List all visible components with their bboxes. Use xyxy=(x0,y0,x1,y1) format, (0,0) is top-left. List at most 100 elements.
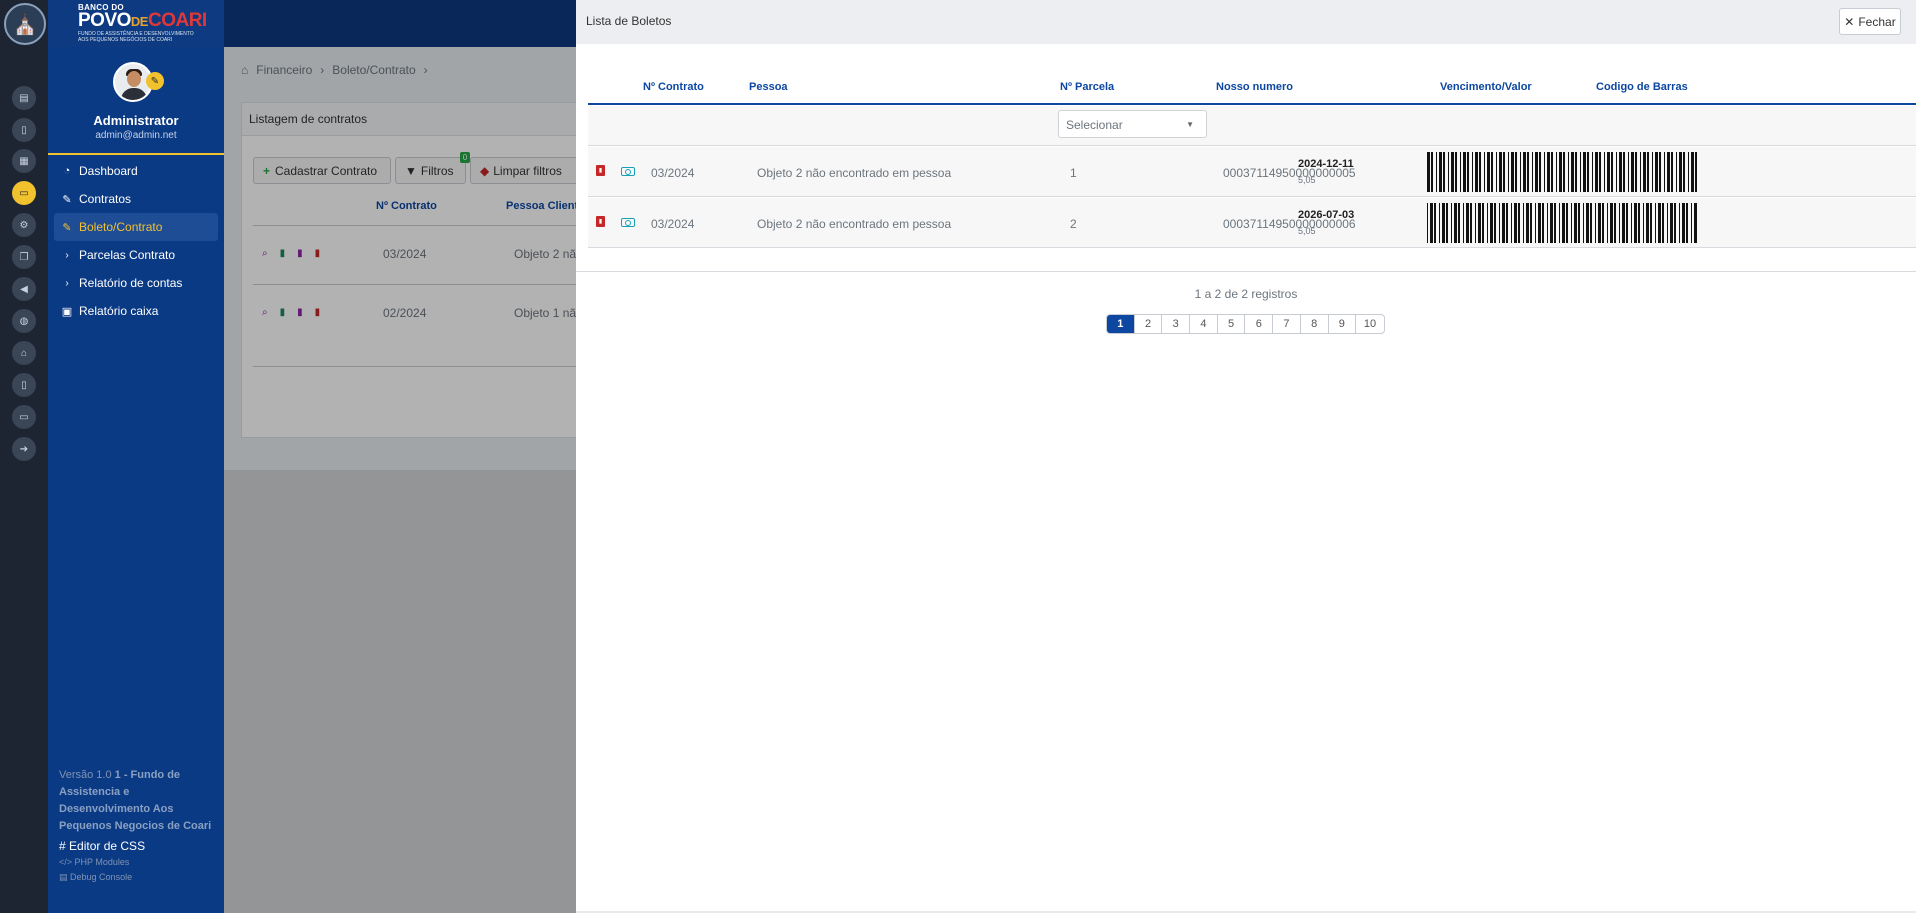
cell-pessoa: Objeto 2 não encontrado em pessoa xyxy=(757,217,952,231)
chevron-right-icon: › xyxy=(65,277,69,289)
pdf-icon[interactable]: ▮ xyxy=(596,216,605,227)
briefcase-icon: ▣ xyxy=(61,305,73,318)
boleto-row: ▮ 03/2024 Objeto 2 não encontrado em pes… xyxy=(588,198,1916,248)
cell-pessoa: Objeto 2 não encontrado em pessoa xyxy=(757,166,952,180)
code-icon: </> xyxy=(59,857,73,867)
copy-icon[interactable]: ❐ xyxy=(12,245,36,269)
boletos-table-header: Nº Contrato Pessoa Nº Parcela Nosso nume… xyxy=(588,70,1916,105)
clipboard-icon[interactable]: ▯ xyxy=(12,118,36,142)
logout-icon[interactable]: ➔ xyxy=(12,437,36,461)
debug-console-label: Debug Console xyxy=(70,872,133,882)
column-header-barcode[interactable]: Codigo de Barras xyxy=(1596,81,1688,93)
profile-name: Administrator xyxy=(93,113,179,128)
sidebar-item-label: Contratos xyxy=(79,192,132,206)
brand-povo: POVO xyxy=(78,10,131,31)
column-header-pessoa[interactable]: Pessoa xyxy=(749,81,788,93)
edit-pencil-icon[interactable]: ✎ xyxy=(146,72,164,90)
column-header-vencimento[interactable]: Vencimento/Valor xyxy=(1440,81,1532,93)
close-label: Fechar xyxy=(1858,14,1896,29)
user-profile: ✎ Administrator admin@admin.net xyxy=(48,47,224,155)
sidebar-nav: ◔ Dashboard ✎ Contratos ✎ Boleto/Contrat… xyxy=(54,157,218,325)
modal-backdrop-lower xyxy=(224,470,576,913)
money-bill-icon[interactable] xyxy=(621,218,635,227)
page-3-button[interactable]: 3 xyxy=(1162,315,1191,333)
file-icon[interactable]: ▯ xyxy=(12,373,36,397)
cell-contrato: 03/2024 xyxy=(651,217,695,231)
brand-de: DE xyxy=(130,14,149,29)
sidebar-item-contratos[interactable]: ✎ Contratos xyxy=(54,185,218,213)
sidebar-item-label: Relatório de contas xyxy=(79,276,183,290)
sidebar-item-label: Parcelas Contrato xyxy=(79,248,176,262)
money-icon[interactable]: ▭ xyxy=(12,181,36,205)
filter-row: Selecionar ▼ xyxy=(588,106,1916,146)
icon-rail: ⛪ ▤ ▯ ▦ ▭ ⚙ ❐ ◀ ◍ ⌂ ▯ ▭ ➔ xyxy=(0,0,48,913)
debug-console-link[interactable]: ▤ Debug Console xyxy=(59,870,219,885)
gears-icon[interactable]: ⚙ xyxy=(12,213,36,237)
sidebar-item-label: Dashboard xyxy=(79,164,138,178)
chevron-right-icon: › xyxy=(65,249,69,261)
sidebar-footer: Versão 1.0 1 - Fundo de Assistencia e De… xyxy=(59,767,219,885)
page-8-button[interactable]: 8 xyxy=(1301,315,1329,333)
cell-parcela: 2 xyxy=(1070,217,1077,231)
money-bill-icon[interactable] xyxy=(621,167,635,176)
brand-header: BANCO DO POVODECOARI FUNDO DE ASSISTÊNCI… xyxy=(48,0,267,47)
css-editor-label: Editor de CSS xyxy=(69,839,146,853)
sidebar-item-parcelas-contrato[interactable]: › Parcelas Contrato xyxy=(54,241,218,269)
brand-logo[interactable]: BANCO DO POVODECOARI FUNDO DE ASSISTÊNCI… xyxy=(78,3,210,43)
close-button[interactable]: ✕ Fechar xyxy=(1839,8,1901,35)
panel-title: Lista de Boletos xyxy=(586,14,672,28)
sidebar-item-label: Relatório caixa xyxy=(79,304,159,318)
page-4-button[interactable]: 4 xyxy=(1190,315,1218,333)
barcode-image xyxy=(1427,203,1697,243)
megaphone-icon[interactable]: ◀ xyxy=(12,277,36,301)
sidebar-item-relatorio-caixa[interactable]: ▣ Relatório caixa xyxy=(54,297,218,325)
globe-icon[interactable]: ◍ xyxy=(12,309,36,333)
home-icon[interactable]: ⌂ xyxy=(12,341,36,365)
css-editor-link[interactable]: # Editor de CSS xyxy=(59,838,219,855)
page-9-button[interactable]: 9 xyxy=(1329,315,1357,333)
dashboard-icon: ◔ xyxy=(63,165,71,177)
version-text: Versão 1.0 xyxy=(59,769,112,781)
column-header-parcela[interactable]: Nº Parcela xyxy=(1060,81,1114,93)
cell-valor: 5,05 xyxy=(1298,175,1316,185)
column-header-nosso-numero[interactable]: Nosso numero xyxy=(1216,81,1293,93)
close-icon: ✕ xyxy=(1844,14,1855,29)
hash-icon: # xyxy=(59,839,66,853)
monitor-icon[interactable]: ▭ xyxy=(12,405,36,429)
boleto-row: ▮ 03/2024 Objeto 2 não encontrado em pes… xyxy=(588,147,1916,197)
brand-sub-2: AOS PEQUENOS NEGÓCIOS DE COARI xyxy=(78,37,173,43)
cell-parcela: 1 xyxy=(1070,166,1077,180)
sidebar-item-relatorio-contas[interactable]: › Relatório de contas xyxy=(54,269,218,297)
brand-coari: COARI xyxy=(147,10,207,31)
edit-icon: ✎ xyxy=(62,221,72,234)
page-1-button[interactable]: 1 xyxy=(1107,315,1135,333)
php-modules-label: PHP Modules xyxy=(74,857,130,867)
version-info: Versão 1.0 1 - Fundo de Assistencia e De… xyxy=(59,767,219,835)
select-placeholder: Selecionar xyxy=(1066,118,1123,132)
pdf-icon[interactable]: ▮ xyxy=(596,165,605,176)
sidebar-item-boleto-contrato[interactable]: ✎ Boleto/Contrato xyxy=(54,213,218,241)
city-logo-icon[interactable]: ⛪ xyxy=(4,3,46,45)
page-2-button[interactable]: 2 xyxy=(1135,315,1163,333)
page-7-button[interactable]: 7 xyxy=(1273,315,1301,333)
parcela-select[interactable]: Selecionar ▼ xyxy=(1058,110,1207,138)
id-card-icon[interactable]: ▤ xyxy=(12,86,36,110)
sidebar-item-label: Boleto/Contrato xyxy=(79,220,163,234)
calendar-icon[interactable]: ▦ xyxy=(12,149,36,173)
edit-icon: ✎ xyxy=(62,193,72,206)
cell-vencimento: 2026-07-03 xyxy=(1298,209,1355,221)
cell-contrato: 03/2024 xyxy=(651,166,695,180)
page-6-button[interactable]: 6 xyxy=(1245,315,1274,333)
panel-header: Lista de Boletos ✕ Fechar xyxy=(576,0,1916,44)
records-count: 1 a 2 de 2 registros xyxy=(1194,287,1298,301)
sidebar: ✎ Administrator admin@admin.net ◔ Dashbo… xyxy=(48,47,224,913)
page-5-button[interactable]: 5 xyxy=(1218,315,1246,333)
column-header-contrato[interactable]: Nº Contrato xyxy=(643,81,704,93)
php-modules-link[interactable]: </> PHP Modules xyxy=(59,855,219,870)
page-10-button[interactable]: 10 xyxy=(1356,315,1384,333)
cell-valor: 5,05 xyxy=(1298,226,1316,236)
caret-down-icon: ▼ xyxy=(1186,120,1194,129)
pagination: 1 2 3 4 5 6 7 8 9 10 xyxy=(1106,314,1385,334)
barcode-image xyxy=(1427,152,1697,192)
sidebar-item-dashboard[interactable]: ◔ Dashboard xyxy=(54,157,218,185)
